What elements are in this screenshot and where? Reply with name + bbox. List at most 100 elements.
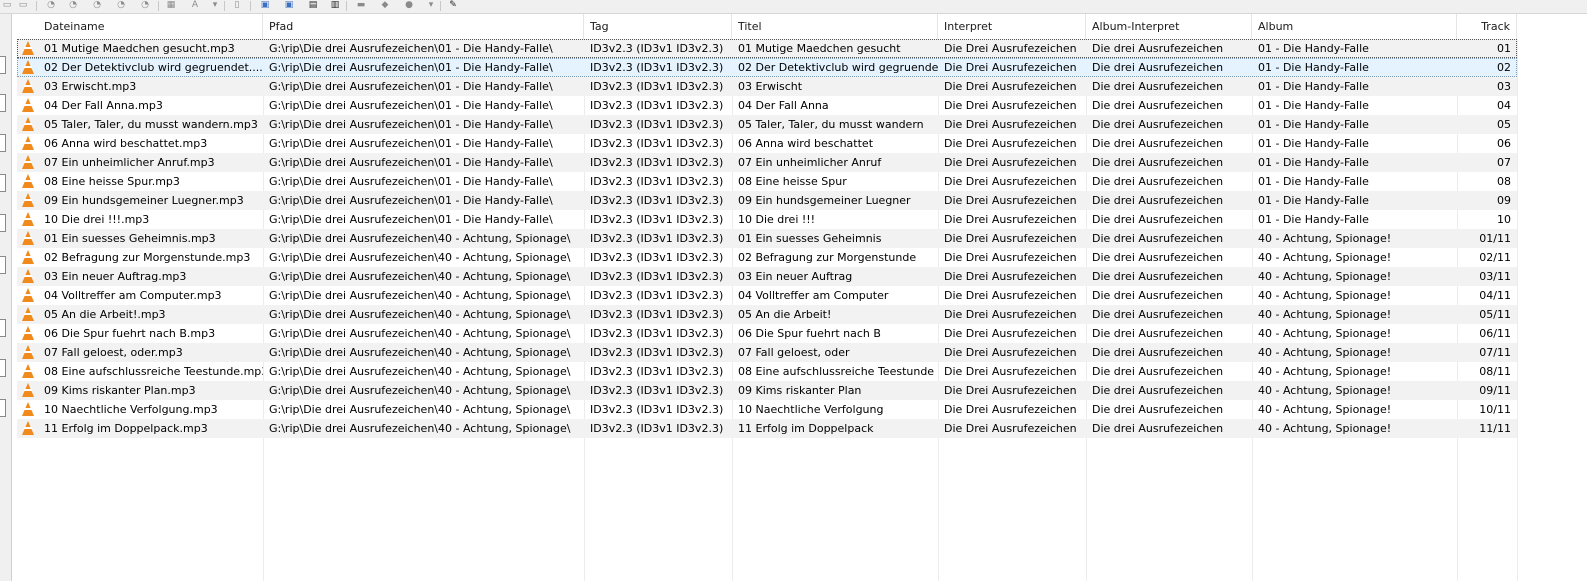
cell-title: 08 Eine heisse Spur bbox=[738, 175, 847, 188]
column-tag[interactable]: Tag bbox=[584, 14, 732, 39]
table-row[interactable]: 04 Der Fall Anna.mp3 G:\rip\Die drei Ausr… bbox=[17, 96, 1517, 115]
cell-tag: ID3v2.3 (ID3v1 ID3v2.3) bbox=[590, 232, 724, 245]
tag-panel bbox=[0, 14, 12, 581]
cell-title: 03 Ein neuer Auftrag bbox=[738, 270, 853, 283]
tag-sources-icon[interactable]: ◔ bbox=[138, 0, 152, 11]
dropdown-arrow-icon[interactable]: ▾ bbox=[208, 0, 222, 11]
cell-title: 02 Der Detektivclub wird gegruendet bbox=[738, 61, 938, 74]
tag-field[interactable] bbox=[0, 256, 6, 274]
print-icon[interactable]: ▬ bbox=[354, 0, 368, 11]
cell-path: G:\rip\Die drei Ausrufezeichen\40 - Acht… bbox=[269, 327, 571, 340]
tag-field[interactable] bbox=[0, 134, 6, 152]
cell-album-artist: Die drei Ausrufezeichen bbox=[1092, 384, 1224, 397]
cell-album-artist: Die drei Ausrufezeichen bbox=[1092, 251, 1224, 264]
table-row[interactable]: 09 Kims riskanter Plan.mp3 G:\rip\Die dre… bbox=[17, 381, 1517, 400]
cell-tag: ID3v2.3 (ID3v1 ID3v2.3) bbox=[590, 137, 724, 150]
column-filename[interactable]: Dateiname bbox=[17, 14, 263, 39]
cube-icon[interactable]: ◆ bbox=[378, 0, 392, 11]
edit-tag-icon[interactable]: ▣ bbox=[282, 0, 296, 11]
cell-album: 01 - Die Handy-Falle bbox=[1258, 80, 1369, 93]
tag-panel-icon[interactable]: ▤ bbox=[306, 0, 320, 11]
number-icon[interactable]: ▥ bbox=[328, 0, 342, 11]
tag-field[interactable] bbox=[0, 214, 6, 232]
cell-title: 05 An die Arbeit! bbox=[738, 308, 832, 321]
cell-track: 09/11 bbox=[1479, 384, 1511, 397]
column-album[interactable]: Album bbox=[1252, 14, 1457, 39]
column-track[interactable]: Track bbox=[1457, 14, 1517, 39]
cell-track: 06/11 bbox=[1479, 327, 1511, 340]
cell-path: G:\rip\Die drei Ausrufezeichen\01 - Die … bbox=[269, 175, 553, 188]
table-row[interactable]: 07 Ein unheimlicher Anruf.mp3 G:\rip\Die … bbox=[17, 153, 1517, 172]
tag-field[interactable] bbox=[0, 174, 6, 192]
table-row[interactable]: 08 Eine heisse Spur.mp3 G:\rip\Die drei A… bbox=[17, 172, 1517, 191]
tag-paste-icon[interactable]: ◔ bbox=[66, 0, 80, 11]
cell-track: 08 bbox=[1497, 175, 1511, 188]
cell-album-artist: Die drei Ausrufezeichen bbox=[1092, 137, 1224, 150]
table-row[interactable]: 02 Befragung zur Morgenstunde.mp3 G:\rip\… bbox=[17, 248, 1517, 267]
format-icon[interactable]: ▦ bbox=[164, 0, 178, 11]
cell-filename: 07 Ein unheimlicher Anruf.mp3 bbox=[44, 156, 215, 169]
column-header: Dateiname Pfad Tag Titel Interpret Album… bbox=[17, 14, 1587, 39]
table-row[interactable]: 11 Erfolg im Doppelpack.mp3 G:\rip\Die dr… bbox=[17, 419, 1517, 438]
page-icon[interactable]: ▯ bbox=[230, 0, 244, 11]
tag-field[interactable] bbox=[0, 399, 6, 417]
table-row[interactable]: 06 Anna wird beschattet.mp3 G:\rip\Die dr… bbox=[17, 134, 1517, 153]
cell-title: 08 Eine aufschlussreiche Teestunde bbox=[738, 365, 935, 378]
tag-convert-icon[interactable]: ◔ bbox=[90, 0, 104, 11]
cell-filename: 04 Volltreffer am Computer.mp3 bbox=[44, 289, 222, 302]
cell-artist: Die Drei Ausrufezeichen bbox=[944, 365, 1077, 378]
format-text-icon[interactable]: A bbox=[188, 0, 202, 11]
tag-field[interactable] bbox=[0, 56, 6, 74]
wrench-icon[interactable]: ✎ bbox=[446, 0, 460, 11]
table-row[interactable]: 10 Die drei !!!.mp3 G:\rip\Die drei Ausru… bbox=[17, 210, 1517, 229]
cell-track: 10/11 bbox=[1479, 403, 1511, 416]
table-row[interactable]: 08 Eine aufschlussreiche Teestunde.mp3 G:… bbox=[17, 362, 1517, 381]
table-row[interactable]: 03 Erwischt.mp3 G:\rip\Die drei Ausrufeze… bbox=[17, 77, 1517, 96]
cell-filename: 02 Der Detektivclub wird gegruendet.... bbox=[44, 61, 263, 74]
table-row[interactable]: 07 Fall geloest, oder.mp3 G:\rip\Die drei… bbox=[17, 343, 1517, 362]
cell-track: 06 bbox=[1497, 137, 1511, 150]
table-row[interactable]: 02 Der Detektivclub wird gegruendet.... G… bbox=[17, 58, 1517, 77]
cell-album: 40 - Achtung, Spionage! bbox=[1258, 308, 1392, 321]
save-icon[interactable]: ▭ bbox=[16, 0, 30, 11]
table-row[interactable]: 03 Ein neuer Auftrag.mp3 G:\rip\Die drei … bbox=[17, 267, 1517, 286]
cell-track: 05 bbox=[1497, 118, 1511, 131]
globe-icon[interactable]: ● bbox=[402, 0, 416, 11]
cell-tag: ID3v2.3 (ID3v1 ID3v2.3) bbox=[590, 175, 724, 188]
table-row[interactable]: 09 Ein hundsgemeiner Luegner.mp3 G:\rip\D… bbox=[17, 191, 1517, 210]
tag-remove-icon[interactable]: ◔ bbox=[114, 0, 128, 11]
edit-note-icon[interactable]: ▣ bbox=[258, 0, 272, 11]
table-row[interactable]: 01 Mutige Maedchen gesucht.mp3 G:\rip\Die… bbox=[17, 39, 1517, 58]
cell-title: 06 Anna wird beschattet bbox=[738, 137, 874, 150]
cell-artist: Die Drei Ausrufezeichen bbox=[944, 270, 1077, 283]
column-title[interactable]: Titel bbox=[732, 14, 938, 39]
cell-tag: ID3v2.3 (ID3v1 ID3v2.3) bbox=[590, 80, 724, 93]
cell-track: 02/11 bbox=[1479, 251, 1511, 264]
cell-artist: Die Drei Ausrufezeichen bbox=[944, 251, 1077, 264]
table-row[interactable]: 05 Taler, Taler, du musst wandern.mp3 G:\… bbox=[17, 115, 1517, 134]
table-row[interactable]: 06 Die Spur fuehrt nach B.mp3 G:\rip\Die … bbox=[17, 324, 1517, 343]
cell-filename: 06 Anna wird beschattet.mp3 bbox=[44, 137, 208, 150]
tag-field[interactable] bbox=[0, 359, 6, 377]
table-row[interactable]: 01 Ein suesses Geheimnis.mp3 G:\rip\Die d… bbox=[17, 229, 1517, 248]
tag-field[interactable] bbox=[0, 94, 6, 112]
cell-track: 10 bbox=[1497, 213, 1511, 226]
tag-copy-icon[interactable]: ◔ bbox=[44, 0, 58, 11]
tag-field[interactable] bbox=[0, 319, 6, 337]
open-folder-icon[interactable]: ▭ bbox=[0, 0, 14, 11]
table-row[interactable]: 04 Volltreffer am Computer.mp3 G:\rip\Die… bbox=[17, 286, 1517, 305]
table-row[interactable]: 10 Naechtliche Verfolgung.mp3 G:\rip\Die … bbox=[17, 400, 1517, 419]
cell-track: 04 bbox=[1497, 99, 1511, 112]
dropdown-arrow-icon[interactable]: ▾ bbox=[424, 0, 438, 11]
cell-title: 07 Ein unheimlicher Anruf bbox=[738, 156, 882, 169]
table-row[interactable]: 05 An die Arbeit!.mp3 G:\rip\Die drei Aus… bbox=[17, 305, 1517, 324]
file-list: Dateiname Pfad Tag Titel Interpret Album… bbox=[17, 14, 1587, 581]
cell-filename: 09 Ein hundsgemeiner Luegner.mp3 bbox=[44, 194, 244, 207]
toolbar-separator bbox=[224, 1, 225, 11]
column-artist[interactable]: Interpret bbox=[938, 14, 1086, 39]
column-path[interactable]: Pfad bbox=[263, 14, 584, 39]
cell-album-artist: Die drei Ausrufezeichen bbox=[1092, 61, 1224, 74]
cell-album-artist: Die drei Ausrufezeichen bbox=[1092, 365, 1224, 378]
cell-filename: 10 Die drei !!!.mp3 bbox=[44, 213, 150, 226]
column-album-artist[interactable]: Album-Interpret bbox=[1086, 14, 1252, 39]
